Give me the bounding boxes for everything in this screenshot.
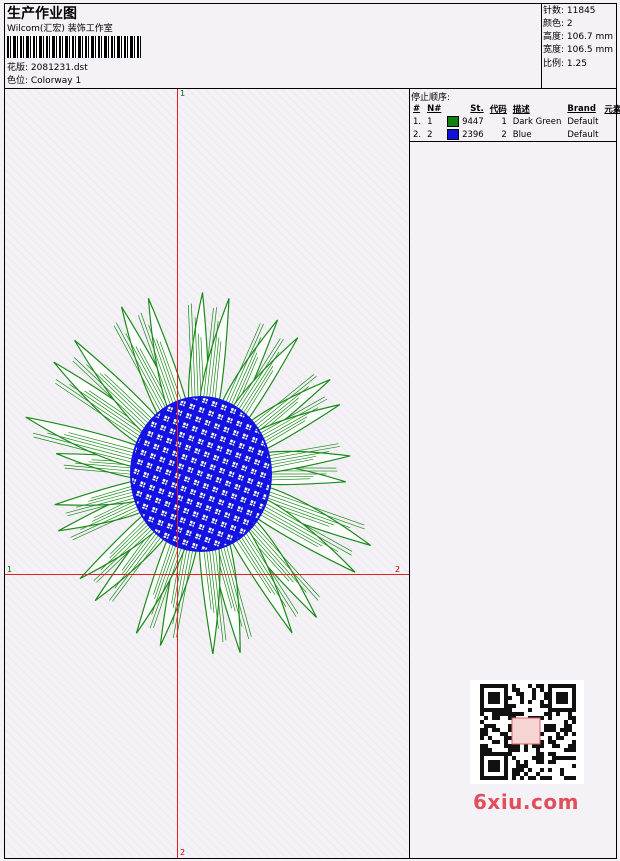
axis-label-right: 2	[395, 565, 401, 574]
row-element	[601, 128, 620, 141]
row-n: 1	[427, 116, 433, 127]
row-st: 9447	[444, 115, 486, 128]
flower-center	[130, 396, 272, 552]
stitch-count: 针数: 11845	[543, 6, 596, 16]
vertical-axis-line	[177, 89, 178, 858]
axis-label-bottom: 2	[180, 848, 186, 857]
stitch-value: 2396	[462, 130, 484, 140]
watermark-logo: 6xiu.com	[473, 790, 579, 814]
axis-label-left: 1	[7, 565, 13, 574]
page-title: 生产作业图	[7, 6, 77, 22]
axis-label-top: 1	[180, 89, 186, 98]
sunflower-drawing	[25, 292, 371, 655]
row-desc: Dark Green	[512, 116, 562, 127]
colorway: 色位: Colorway 1	[7, 76, 82, 86]
row-st: 2396	[444, 128, 486, 141]
design-scale: 比例: 1.25	[543, 59, 587, 69]
table-header-row: # N# St. 代码 描述 Brand 元素	[410, 102, 620, 115]
row-element	[601, 115, 620, 128]
row-desc: Blue	[512, 129, 532, 140]
panel-table-divider	[409, 141, 617, 142]
color-swatch	[447, 116, 460, 127]
row-num: 2.	[413, 129, 422, 140]
col-n: N#	[427, 103, 442, 114]
design-height: 高度: 106.7 mm	[543, 32, 614, 42]
color-count: 颜色: 2	[543, 19, 573, 29]
qr-code	[470, 680, 584, 784]
qr-code-pattern	[480, 684, 576, 780]
table-row: 2. 2 2396 2 Blue Default	[410, 128, 620, 141]
row-brand: Default	[567, 116, 599, 127]
design-file: 花版: 2081231.dst	[7, 63, 88, 73]
company-name: Wilcom(汇宏) 装饰工作室	[7, 24, 113, 34]
row-code: 1	[501, 116, 507, 127]
row-brand: Default	[567, 129, 599, 140]
barcode	[7, 36, 141, 58]
col-desc: 描述	[512, 104, 530, 115]
color-swatch	[447, 129, 460, 140]
col-num: #	[413, 103, 421, 114]
stop-sequence-table: # N# St. 代码 描述 Brand 元素 1. 1 9447 1 Dark…	[410, 102, 620, 141]
col-code: 代码	[489, 104, 507, 115]
table-row: 1. 1 9447 1 Dark Green Default	[410, 115, 620, 128]
stitch-value: 9447	[462, 117, 484, 127]
col-element: 元素	[604, 104, 620, 115]
row-num: 1.	[413, 116, 422, 127]
col-st: St.	[470, 103, 484, 114]
horizontal-axis-line	[5, 574, 409, 575]
row-code: 2	[501, 129, 507, 140]
stats-divider	[541, 3, 542, 89]
design-canvas: 1 1 2 2	[5, 89, 409, 858]
col-brand: Brand	[567, 103, 596, 114]
row-n: 2	[427, 129, 433, 140]
panel-divider	[409, 88, 410, 859]
design-width: 宽度: 106.5 mm	[543, 45, 614, 55]
